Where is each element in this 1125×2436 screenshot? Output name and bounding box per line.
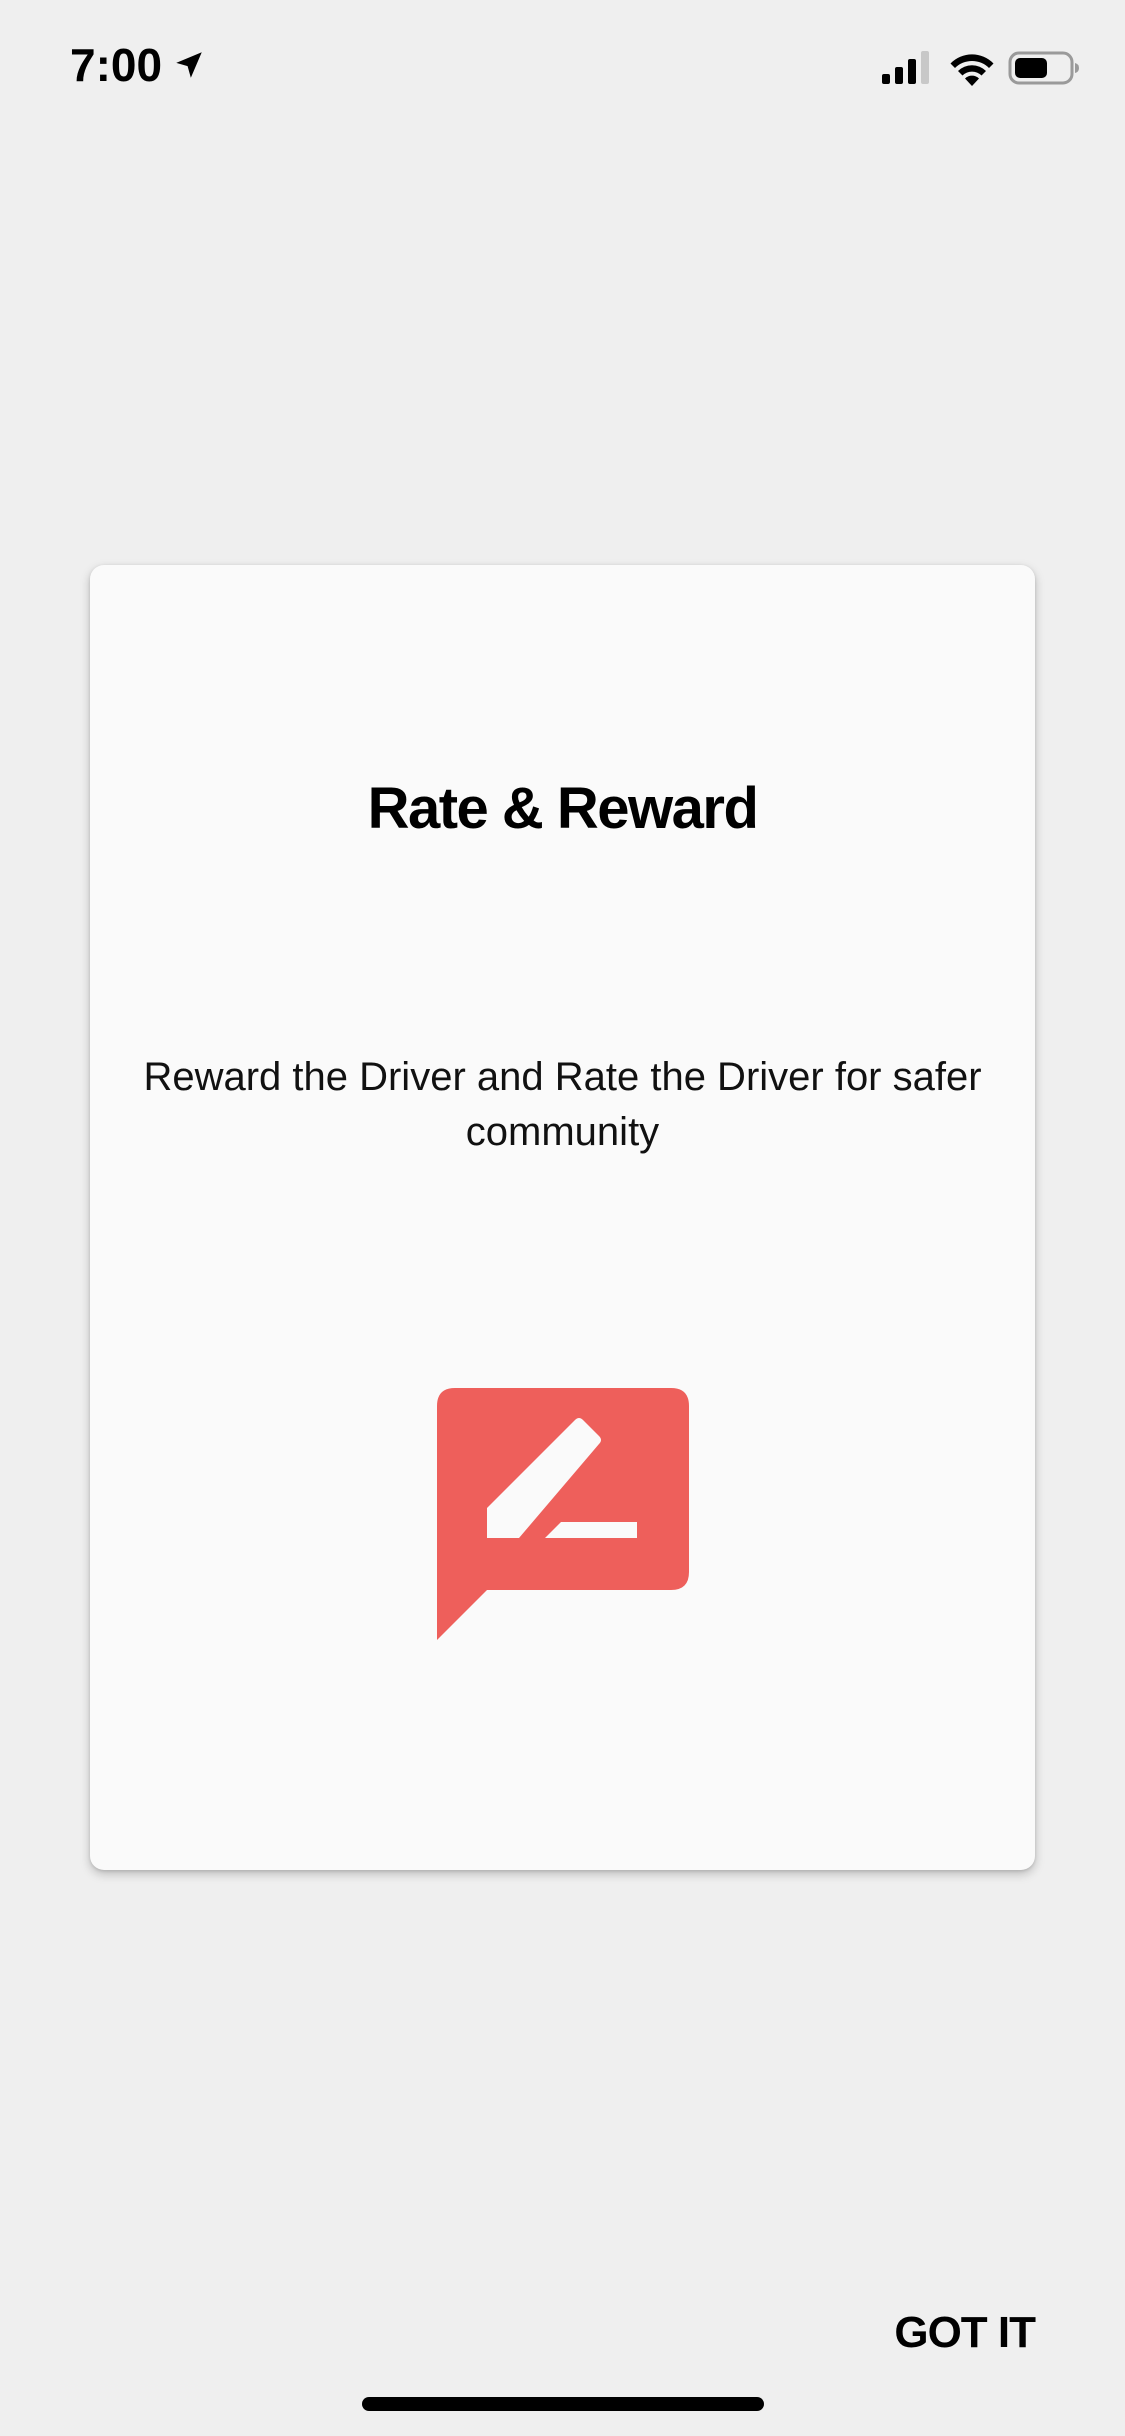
status-bar: 7:00 (0, 0, 1125, 135)
status-time-text: 7:00 (70, 39, 163, 91)
battery-icon (1008, 51, 1079, 85)
home-indicator[interactable] (362, 2397, 764, 2411)
location-arrow-icon (176, 52, 202, 78)
wifi-icon (950, 54, 994, 86)
rate-review-icon (437, 1388, 689, 1640)
card-title: Rate & Reward (367, 776, 759, 841)
onboarding-card: Rate & Reward Reward the Driver and Rate… (90, 565, 1035, 1870)
got-it-button[interactable]: GOT IT (894, 2308, 1036, 2358)
card-description: Reward the Driver and Rate the Driver fo… (143, 1055, 982, 1154)
cellular-signal-icon (882, 51, 929, 84)
status-time: 7:00 (70, 38, 206, 92)
